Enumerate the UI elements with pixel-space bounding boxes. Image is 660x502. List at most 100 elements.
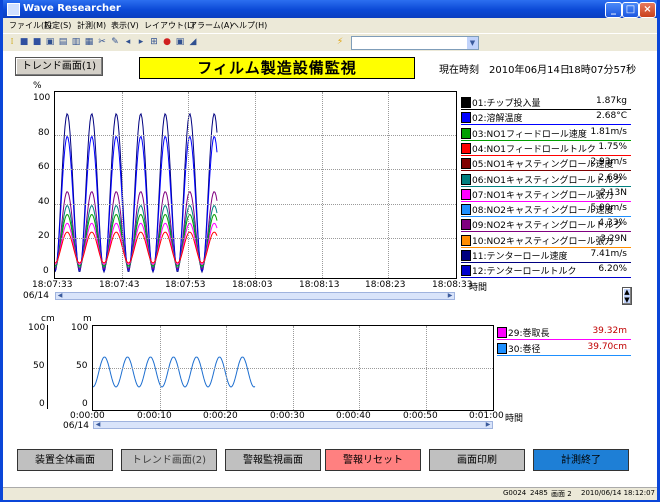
chart1-y-tick: 80 [38,128,50,138]
chart1-legend-item[interactable]: 10:NO2キャスティングロール張力 3.29N [459,232,631,248]
back-icon[interactable]: ◂ [123,37,133,47]
screen-print-button[interactable]: 画面印刷 [429,449,525,471]
chevron-down-icon[interactable]: ▼ [467,37,478,49]
end-measurement-button[interactable]: 計測終了 [533,449,629,471]
close-button[interactable]: × [639,2,656,18]
menu-alarm[interactable]: アラーム(A) [189,20,232,31]
chart2-left-tick: 0 [39,399,45,409]
chart2-legend-item[interactable]: 29:巻取長 39.32m [495,324,631,340]
legend-underline [461,277,631,279]
print-icon[interactable]: ▦ [84,37,94,47]
equipment-overview-button[interactable]: 装置全体画面 [17,449,113,471]
legend-swatch [497,327,507,338]
legend-swatch [461,97,471,108]
scroll-right-icon[interactable]: ▶ [484,421,492,429]
print-preview-icon[interactable]: ▥ [71,37,81,47]
menu-layout[interactable]: レイアウト(L) [144,20,195,31]
menu-view[interactable]: 表示(V) [111,20,139,31]
cut-icon[interactable]: ✂ [97,37,107,47]
alarm-monitor-button[interactable]: 警報監視画面 [225,449,321,471]
legend-value: 4.33% [598,218,627,229]
minimize-button[interactable]: _ [605,2,622,18]
legend-swatch [461,173,471,185]
menu-settings[interactable]: 設定(S) [44,20,71,31]
save-icon[interactable]: ▤ [58,37,68,47]
scroll-left-icon[interactable]: ◀ [94,421,102,429]
maximize-button[interactable]: □ [622,2,639,18]
chart1-scrollbar[interactable]: ◀ ▶ [55,292,455,300]
legend-swatch [461,250,471,261]
record-icon[interactable]: ■ [32,37,42,47]
chart1-legend-item[interactable]: 02:溶解温度 2.68°C [459,109,631,126]
chart1-x-tick: 18:08:23 [365,280,406,290]
chart2-x-tick: 0:00:20 [203,411,238,421]
status-screen: 画面 2 [551,490,572,498]
app-icon [7,3,20,16]
chart1-plot [54,91,457,279]
window-title: Wave Researcher [23,3,121,14]
legend-value: 1.81m/s [590,126,627,137]
chart1-trace [55,112,218,274]
chart1-legend-item[interactable]: 03:NO1フィードロール速度 1.81m/s [459,125,631,141]
page-banner: フィルム製造設備監視 [139,57,415,79]
alarm-reset-button[interactable]: 警報リセット [325,449,421,471]
stop-icon[interactable]: ■ [19,37,29,47]
chart2-x-tick: 0:00:00 [70,411,105,421]
legend-name: 10:NO2キャスティングロール張力 [472,236,614,247]
zoom-icon[interactable]: ⊞ [149,37,159,47]
chart2-legend-item[interactable]: 30:巻径 39.70cm [495,340,631,356]
record-red-icon[interactable]: ● [162,37,172,47]
chart1-x-tick: 18:07:43 [99,280,140,290]
trend-screen-2-button[interactable]: トレンド画面(2) [121,449,217,471]
legend-value: 2.13N [600,187,627,198]
legend-underline [497,355,631,356]
legend-swatch [461,158,471,170]
chart1-legend-item[interactable]: 04:NO1フィードロールトルク 1.75% [459,140,631,156]
chart2-left-tick: 100 [28,323,46,333]
chart1-legend-item[interactable]: 09:NO2キャスティングロールトルク 4.33% [459,216,631,233]
trend-screen-1-button[interactable]: トレンド画面(1) [15,57,103,76]
chart1-legend-item[interactable]: 08:NO2キャスティングロール速度 5.00m/s [459,201,631,218]
legend-value: 39.70cm [587,342,627,352]
edit-icon[interactable]: ✎ [110,37,120,47]
status-datetime: 2010/06/14 18:12:07 [581,489,656,497]
chart2-left-tick: 50 [33,361,45,371]
chart2-date: 06/14 [63,421,89,431]
chart-icon[interactable]: ◢ [188,37,198,47]
legend-value: 2.93m/s [590,157,627,168]
legend-swatch [461,204,471,216]
forward-icon[interactable]: ▸ [136,37,146,47]
chart1-y-tick: 100 [33,93,51,103]
clock-label: 現在時刻 [439,65,479,76]
chart1-legend-item[interactable]: 11:テンターロール速度 7.41m/s [459,247,631,263]
legend-name: 12:テンターロールトルク [472,267,577,278]
scroll-right-icon[interactable]: ▶ [446,292,454,300]
chart1-legend-item[interactable]: 01:チップ投入量 1.87kg [459,94,631,110]
chart1-legend-item[interactable]: 06:NO1キャスティングロールトルク 2.68% [459,171,631,187]
legend-value: 2.68°C [596,111,627,122]
menu-help[interactable]: ヘルプ(H) [231,20,267,31]
scroll-left-icon[interactable]: ◀ [56,292,64,300]
chart1-gridline-v [255,92,256,278]
chart2-scrollbar[interactable]: ◀ ▶ [93,421,493,429]
chart1-legend-item[interactable]: 12:テンターロールトルク 6.20% [459,262,631,279]
legend-value: 39.32m [592,326,627,336]
open-icon[interactable]: ▣ [45,37,55,47]
chart2-x-tick: 0:00:10 [137,411,172,421]
chart1-legend-item[interactable]: 07:NO1キャスティングロール張力 2.13N [459,186,631,202]
legend-swatch [461,188,471,200]
status-code: G0024 [503,489,527,497]
chart1-gridline-h [55,204,456,205]
chart2-y-tick: 0 [82,399,88,409]
app-window: Wave Researcher _ □ × ファイル(F) 設定(S) 計測(M… [0,0,660,502]
menu-measure[interactable]: 計測(M) [77,20,106,31]
legend-spin-button[interactable]: ▲ ▼ [622,287,632,305]
toolbar-combo[interactable]: ▼ [351,36,479,50]
chart1-legend-item[interactable]: 05:NO1キャスティングロール速度 2.93m/s [459,155,631,172]
legend-name: 02:溶解温度 [472,114,523,125]
monitor-icon[interactable]: ▣ [175,37,185,47]
legend-name: 04:NO1フィードロールトルク [472,144,596,155]
legend-name: 03:NO1フィードロール速度 [472,129,587,140]
chart1-x-tick: 18:07:33 [32,280,73,290]
chart2-x-tick: 0:00:50 [403,411,438,421]
